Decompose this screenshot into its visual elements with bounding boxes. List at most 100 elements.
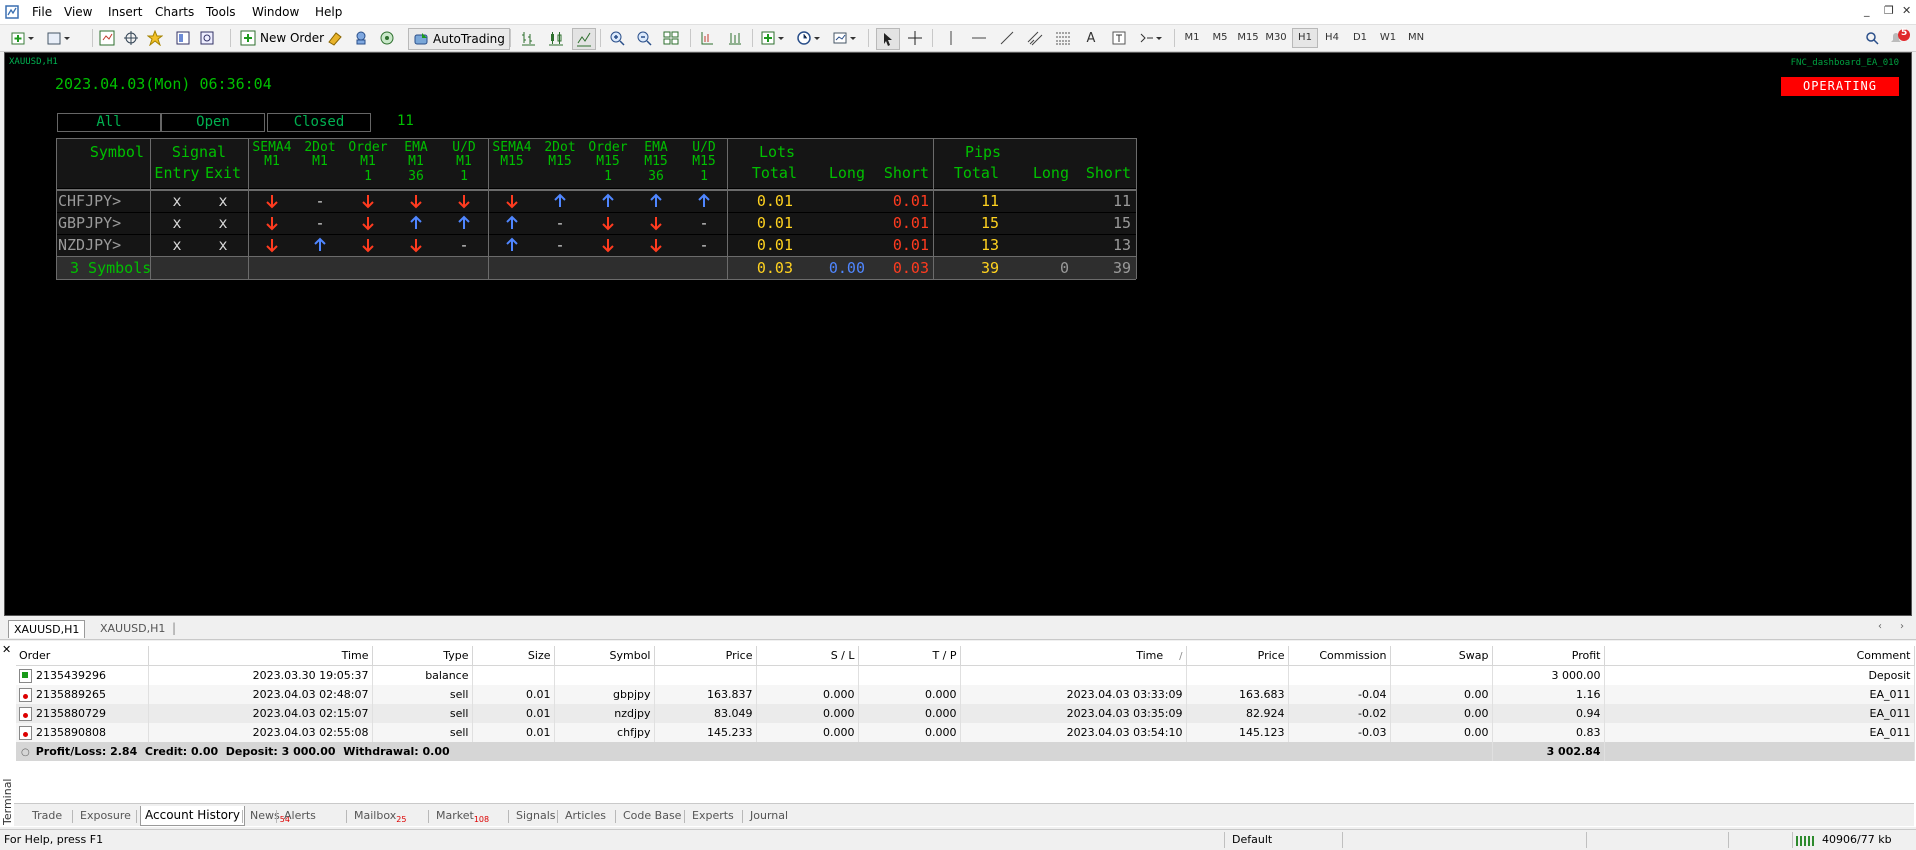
col-order[interactable]: Order [16,646,149,666]
col-sl[interactable]: S / L [756,646,859,666]
terminal-tab-exposure[interactable]: Exposure [76,806,135,825]
arrow-down-icon [602,217,614,231]
horizontal-line-icon[interactable] [968,28,990,48]
zoom-in-icon[interactable] [606,28,628,48]
menu-charts[interactable]: Charts [151,0,198,24]
vps-icon[interactable] [376,28,398,48]
metaeditor-icon[interactable] [324,28,346,48]
bar-chart-icon[interactable] [518,28,540,48]
terminal-tab-account-history[interactable]: Account History [140,806,245,826]
timeframe-mn[interactable]: MN [1404,28,1428,48]
terminal-tab-mailbox[interactable]: Mailbox25 [350,806,410,825]
fibonacci-icon[interactable] [1052,28,1074,48]
col-size[interactable]: Size [472,646,555,666]
col-comment[interactable]: Comment [1604,646,1915,666]
minimize-icon[interactable]: _ [1864,4,1870,17]
history-row[interactable]: 2135439296 2023.03.30 19:05:37 balance 3 00… [16,665,1915,685]
close-icon[interactable]: ✕ [1902,4,1911,17]
terminal-tab-market[interactable]: Market108 [432,806,493,825]
col-symbol[interactable]: Symbol [554,646,655,666]
templates-icon[interactable] [830,28,860,48]
vertical-line-icon[interactable] [940,28,962,48]
terminal-tab-signals[interactable]: Signals [512,806,560,825]
terminal-tab-alerts[interactable]: Alerts [280,806,320,825]
arrow-down-icon [650,239,662,253]
timeframe-m30[interactable]: M30 [1264,28,1288,48]
terminal-tab-trade[interactable]: Trade [28,806,66,825]
new-chart-icon[interactable] [8,28,38,48]
line-chart-icon[interactable] [572,28,596,50]
filter-open-button[interactable]: Open [161,113,265,132]
row-pips-total: 11 [980,192,999,210]
col-commission[interactable]: Commission [1288,646,1391,666]
history-row[interactable]: 2135880729 2023.04.03 02:15:07 sell 0.01 nzd… [16,704,1915,723]
favorites-icon[interactable] [144,28,166,48]
chart-tab-active[interactable]: XAUUSD,H1 [8,620,86,638]
arrows-icon[interactable] [1136,28,1166,48]
menu-insert[interactable]: Insert [104,0,146,24]
menu-file[interactable]: File [28,0,56,24]
col-profit[interactable]: Profit [1492,646,1605,666]
menu-tools[interactable]: Tools [202,0,240,24]
navigator-icon[interactable] [120,28,142,48]
col-time[interactable]: Time [148,646,373,666]
zoom-out-icon[interactable] [633,28,655,48]
crosshair-icon[interactable] [904,28,926,48]
trendline-icon[interactable] [996,28,1018,48]
col-close-time[interactable]: Time / [960,646,1187,666]
col-tp[interactable]: T / P [858,646,961,666]
timeframe-w1[interactable]: W1 [1376,28,1400,48]
signals-icon[interactable] [350,28,372,48]
terminal-tab-journal[interactable]: Journal [746,806,792,825]
indicators-icon[interactable] [758,28,788,48]
new-order-button[interactable]: New Order [236,28,328,48]
chart-shift-icon[interactable] [696,28,718,48]
periods-icon[interactable] [794,28,824,48]
search-icon[interactable] [1862,28,1882,48]
timeframe-h1[interactable]: H1 [1292,28,1318,48]
timeframe-m1[interactable]: M1 [1180,28,1204,48]
menu-view[interactable]: View [60,0,96,24]
data-window-icon[interactable] [172,28,194,48]
filter-closed-button[interactable]: Closed [267,113,371,132]
tab-separator [242,810,243,823]
notifications-icon[interactable]: 5 [1888,28,1912,48]
row-entry: x [172,236,182,254]
filter-all-button[interactable]: All [57,113,161,132]
scroll-right-icon[interactable]: › [1900,621,1904,632]
timeframe-h4[interactable]: H4 [1320,28,1344,48]
text-icon[interactable]: A [1080,28,1102,48]
chart-tab[interactable]: XAUUSD,H1 [95,620,170,637]
profiles-icon[interactable] [44,28,74,48]
history-row[interactable]: 2135889265 2023.04.03 02:48:07 sell 0.01 gbp… [16,685,1915,704]
chart-window[interactable]: XAUUSD,H1 2023.04.03(Mon) 06:36:04 FNC_d… [4,52,1912,616]
autotrading-button[interactable]: AutoTrading [408,28,510,50]
terminal-tab-bar: Trade Exposure Account History News54 Alerts… [14,803,1914,826]
menu-window[interactable]: Window [248,0,303,24]
terminal-tab-articles[interactable]: Articles [561,806,610,825]
history-row[interactable]: 2135890808 2023.04.03 02:55:08 sell 0.01 chf… [16,723,1915,742]
market-watch-icon[interactable] [96,28,118,48]
equidistant-channel-icon[interactable] [1024,28,1046,48]
cursor-icon[interactable] [876,28,900,50]
timeframe-m5[interactable]: M5 [1208,28,1232,48]
strategy-tester-icon[interactable] [196,28,218,48]
history-cell-close-time: 2023.04.03 03:54:10 [960,723,1187,742]
text-label-icon[interactable] [1108,28,1130,48]
timeframe-d1[interactable]: D1 [1348,28,1372,48]
menu-help[interactable]: Help [311,0,346,24]
candlestick-icon[interactable] [545,28,567,48]
terminal-tab-experts[interactable]: Experts [688,806,738,825]
terminal-tab-code-base[interactable]: Code Base [619,806,685,825]
col-price[interactable]: Price [654,646,757,666]
autoscroll-icon[interactable] [724,28,746,48]
timeframe-m15[interactable]: M15 [1236,28,1260,48]
scroll-left-icon[interactable]: ‹ [1878,621,1882,632]
col-swap[interactable]: Swap [1390,646,1493,666]
tile-windows-icon[interactable] [660,28,682,48]
restore-icon[interactable]: ❐ [1884,4,1894,17]
terminal-close-icon[interactable]: ✕ [2,643,11,656]
col-type[interactable]: Type [372,646,473,666]
col-close-price[interactable]: Price [1186,646,1289,666]
header-indicator-param: 1 [604,169,612,184]
